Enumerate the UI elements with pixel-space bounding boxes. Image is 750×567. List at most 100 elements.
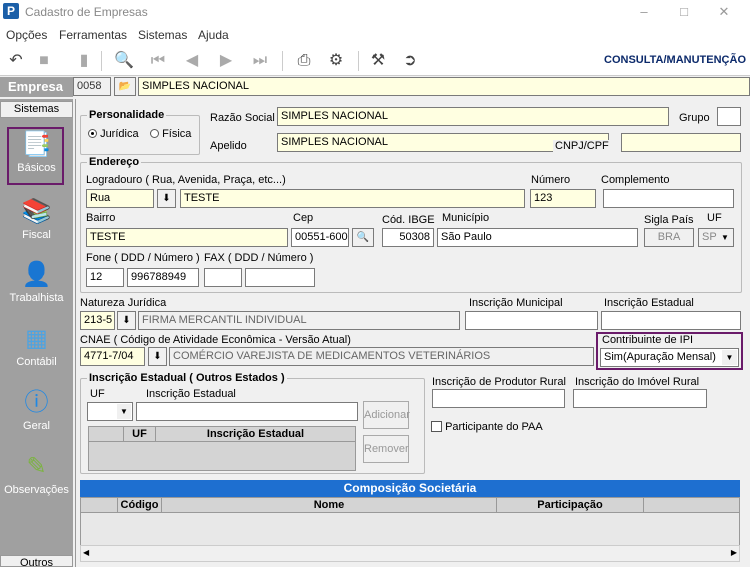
natureza-code-field[interactable]: 213-5 — [80, 311, 115, 330]
outros-uf-dropdown-icon[interactable]: ▼ — [117, 404, 131, 419]
insc-estadual-label: Inscrição Estadual — [604, 297, 694, 309]
ipi-value: Sim(Apuração Mensal) — [604, 351, 716, 363]
window-title: Cadastro de Empresas — [25, 5, 148, 19]
sidebar-item-observacoes[interactable]: ✎ Observações — [0, 448, 73, 506]
tipo-logradouro-field[interactable]: Rua — [86, 189, 154, 208]
composicao-col-codigo: Código — [117, 497, 162, 513]
scroll-left-icon[interactable]: ◀ — [83, 548, 89, 557]
close-icon[interactable]: ✕ — [710, 3, 738, 21]
previous-record-icon[interactable]: ◀ — [180, 49, 204, 73]
menu-bar: Opções Ferramentas Sistemas Ajuda — [0, 25, 750, 45]
menu-ferramentas[interactable]: Ferramentas — [59, 28, 127, 42]
composicao-col-extra — [643, 497, 740, 513]
cep-field[interactable]: 00551-600 — [291, 228, 349, 247]
numero-field[interactable]: 123 — [530, 189, 596, 208]
ibge-label: Cód. IBGE — [382, 214, 435, 226]
fax-ddd-field[interactable] — [204, 268, 242, 287]
logradouro-field[interactable]: TESTE — [180, 189, 525, 208]
print-icon[interactable]: ⎙ — [292, 49, 316, 73]
sidebar-item-basicos[interactable]: 📑 Básicos — [0, 126, 73, 184]
fone-ddd-field[interactable]: 12 — [86, 268, 124, 287]
config-icon[interactable]: ⚙ — [324, 49, 348, 73]
menu-sistemas[interactable]: Sistemas — [138, 28, 187, 42]
ibge-field[interactable]: 50308 — [382, 228, 434, 247]
bairro-field[interactable]: TESTE — [86, 228, 288, 247]
outros-insc-field[interactable] — [136, 402, 358, 421]
empresa-name-field[interactable]: SIMPLES NACIONAL — [138, 77, 750, 96]
imovel-rural-field[interactable] — [573, 389, 707, 408]
natureza-label: Natureza Jurídica — [80, 297, 167, 309]
fax-numero-field[interactable] — [245, 268, 315, 287]
minimize-icon[interactable]: – — [630, 3, 658, 21]
search-document-icon[interactable]: 🔍 — [112, 49, 136, 73]
composicao-scrollbar[interactable]: ◀ ▶ — [80, 545, 740, 562]
complemento-field[interactable] — [603, 189, 734, 208]
pais-field[interactable]: BRA — [644, 228, 694, 247]
sidebar-item-geral[interactable]: ⓘ Geral — [0, 384, 73, 442]
apelido-label: Apelido — [210, 140, 247, 152]
menu-opcoes[interactable]: Opções — [6, 28, 47, 42]
remover-button[interactable]: Remover — [363, 435, 409, 463]
natureza-dropdown-icon[interactable]: ⬇ — [117, 311, 136, 330]
radio-fisica-icon — [150, 129, 159, 138]
fone-numero-field[interactable]: 996788949 — [127, 268, 199, 287]
document-icon[interactable]: ▮ — [72, 49, 96, 73]
delete-icon[interactable]: ■ — [32, 49, 56, 73]
outros-col-insc: Inscrição Estadual — [155, 426, 356, 442]
numero-label: Número — [531, 174, 571, 186]
radio-fisica[interactable]: Física — [150, 128, 191, 140]
sidebar-item-fiscal[interactable]: 📚 Fiscal — [0, 193, 73, 251]
empresa-code-field[interactable]: 0058 — [73, 77, 111, 96]
last-record-icon[interactable]: ⏭ — [248, 49, 272, 73]
cnae-desc-field: COMÉRCIO VAREJISTA DE MEDICAMENTOS VETER… — [169, 347, 594, 366]
uf-dropdown-icon[interactable]: ▼ — [718, 230, 732, 245]
next-record-icon[interactable]: ▶ — [214, 49, 238, 73]
complemento-label: Complemento — [601, 174, 670, 186]
insc-municipal-label: Inscrição Municipal — [469, 297, 563, 309]
undo-icon[interactable]: ↶ — [4, 49, 28, 73]
cnpj-field[interactable] — [621, 133, 741, 152]
natureza-desc-field: FIRMA MERCANTIL INDIVIDUAL — [138, 311, 460, 330]
outros-uf-label: UF — [90, 388, 105, 400]
personalidade-title: Personalidade — [87, 109, 167, 121]
insc-estadual-field[interactable] — [601, 311, 741, 330]
maximize-icon[interactable]: □ — [670, 3, 698, 21]
razao-label: Razão Social — [210, 112, 275, 124]
insc-municipal-field[interactable] — [465, 311, 598, 330]
cnae-dropdown-icon[interactable]: ⬇ — [148, 347, 167, 366]
uf-label: UF — [707, 212, 722, 224]
radio-juridica[interactable]: Jurídica — [88, 128, 139, 140]
cep-label: Cep — [293, 212, 314, 224]
cep-search-icon[interactable]: 🔍 — [352, 228, 374, 247]
app-logo-icon: P — [3, 3, 19, 19]
adicionar-button[interactable]: Adicionar — [363, 401, 410, 429]
sidebar-item-contabil[interactable]: ▦ Contábil — [0, 320, 73, 378]
info-icon: ⓘ — [24, 389, 49, 416]
folder-open-icon[interactable]: 📂 — [114, 77, 136, 96]
empresa-label: Empresa — [0, 77, 73, 97]
prod-rural-field[interactable] — [432, 389, 565, 408]
paa-checkbox[interactable]: Participante do PAA — [431, 419, 543, 433]
tipo-logradouro-dropdown-icon[interactable]: ⬇ — [157, 189, 176, 208]
sidebar-header: Sistemas — [0, 101, 73, 118]
municipio-field[interactable]: São Paulo — [437, 228, 638, 247]
cnpj-label: CNPJ/CPF — [553, 140, 609, 152]
tools-icon[interactable]: ⚒ — [366, 49, 390, 73]
grupo-field[interactable] — [717, 107, 741, 126]
ipi-dropdown-icon[interactable]: ▼ — [722, 350, 737, 365]
radio-juridica-icon — [88, 129, 97, 138]
sidebar-item-trabalhista[interactable]: 👤 Trabalhista — [0, 256, 73, 314]
cnae-code-field[interactable]: 4771-7/04 — [80, 347, 145, 366]
razao-social-field[interactable]: SIMPLES NACIONAL — [277, 107, 669, 126]
endereco-title: Endereço — [87, 156, 142, 168]
municipio-label: Município — [442, 212, 490, 224]
exit-icon[interactable]: ➲ — [398, 49, 422, 73]
first-record-icon[interactable]: ⏮ — [146, 49, 170, 73]
prod-rural-label: Inscrição de Produtor Rural — [432, 376, 566, 388]
composicao-corner — [80, 497, 118, 513]
scroll-right-icon[interactable]: ▶ — [731, 548, 737, 557]
ipi-select[interactable]: Sim(Apuração Mensal) — [600, 348, 739, 367]
notes-icon: ✎ — [26, 453, 47, 480]
sidebar-footer[interactable]: Outros — [0, 555, 73, 567]
menu-ajuda[interactable]: Ajuda — [198, 28, 229, 42]
